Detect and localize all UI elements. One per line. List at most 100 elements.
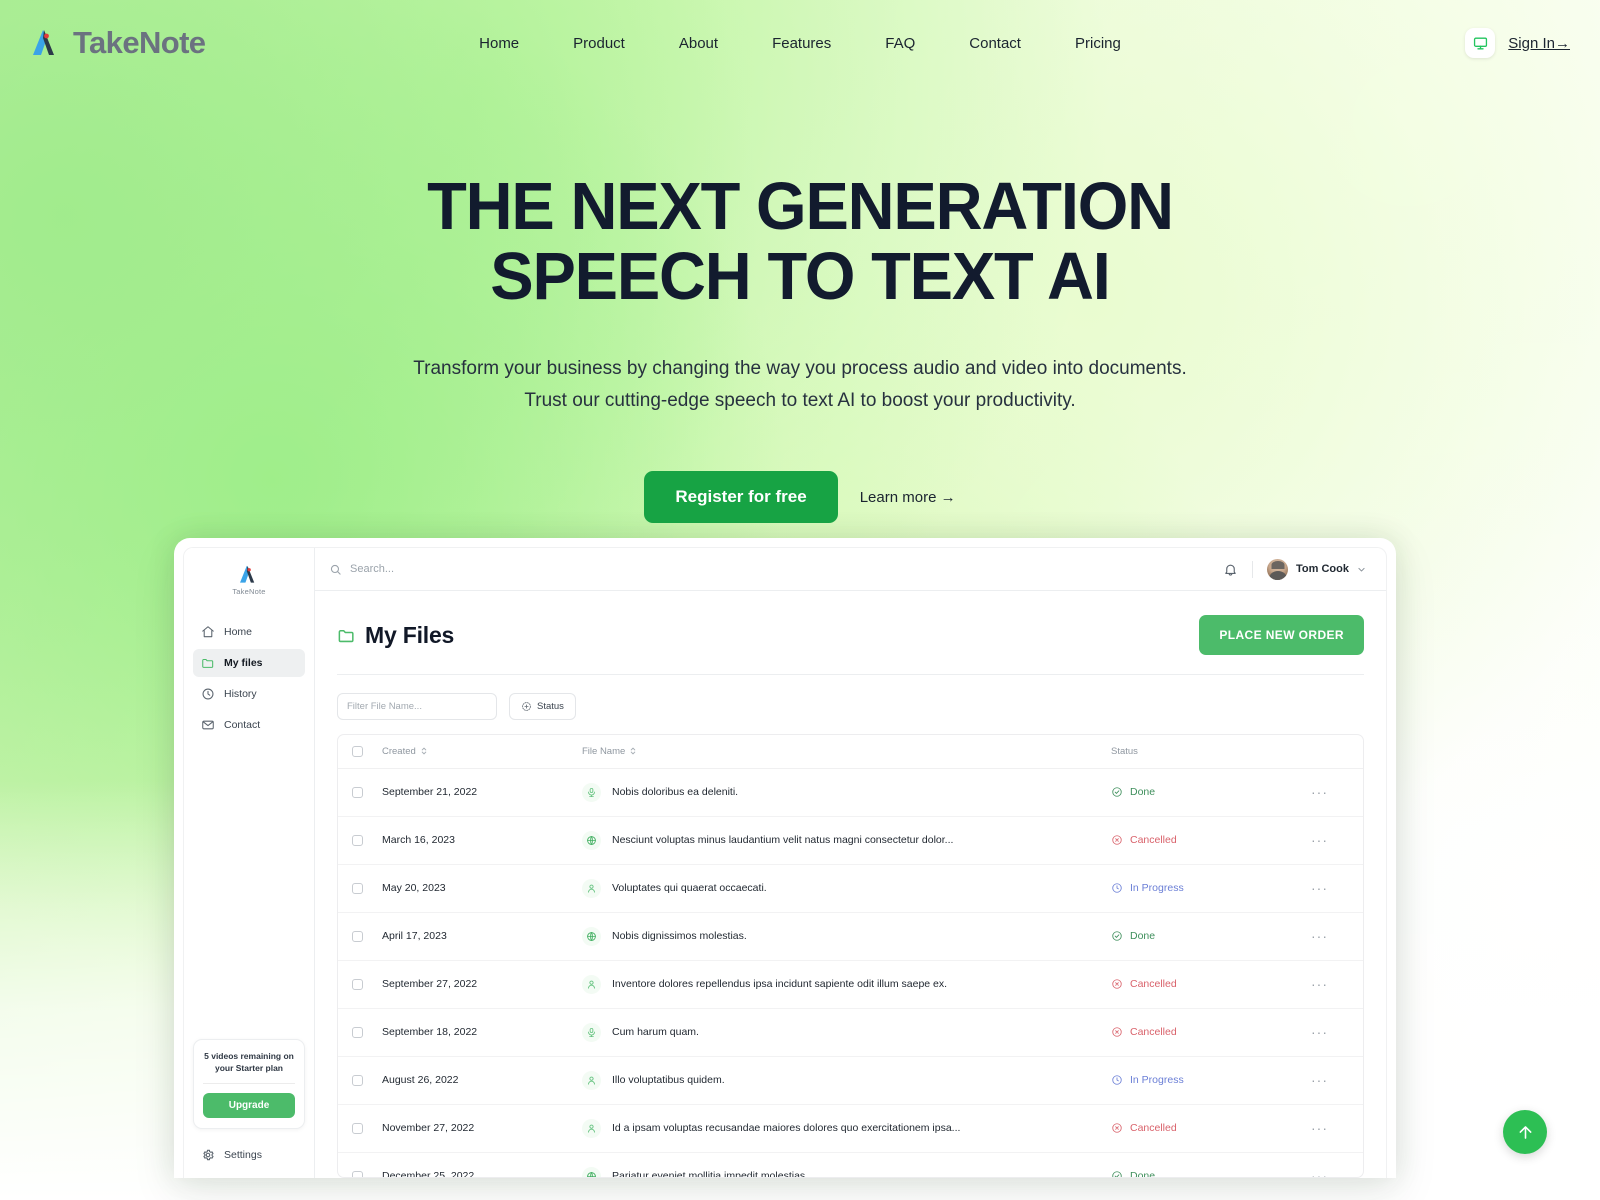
cell-status: Done (1111, 768, 1311, 817)
cell-actions: ··· (1311, 864, 1363, 913)
table-row[interactable]: November 27, 2022 Id a ipsam voluptas rec… (338, 1104, 1363, 1153)
status-badge: Cancelled (1130, 978, 1177, 991)
row-checkbox[interactable] (352, 834, 363, 846)
status-badge: Cancelled (1130, 834, 1177, 847)
top-navbar: TakeNote Home Product About Features FAQ… (0, 0, 1600, 86)
row-menu-button[interactable]: ··· (1311, 928, 1328, 944)
cell-status: Cancelled (1111, 1008, 1311, 1057)
sort-created-button[interactable]: Created (382, 746, 428, 757)
cell-status: Cancelled (1111, 960, 1311, 1009)
plus-circle-icon (522, 702, 531, 711)
row-checkbox[interactable] (352, 1170, 363, 1177)
hero-section: THE NEXT GENERATION SPEECH TO TEXT AI Tr… (0, 86, 1600, 524)
sidebar-item-contact[interactable]: Contact (193, 711, 305, 739)
table-row[interactable]: April 17, 2023 Nobis dignissimos molestia… (338, 912, 1363, 961)
table-row[interactable]: September 18, 2022 Cum harum quam. Cancell… (338, 1008, 1363, 1057)
sort-icon (631, 748, 636, 755)
row-menu-button[interactable]: ··· (1311, 1072, 1328, 1088)
home-icon (202, 626, 214, 638)
brand-name: TakeNote (73, 25, 206, 60)
cell-created: September 27, 2022 (382, 960, 582, 1009)
nav-link-about[interactable]: About (652, 29, 745, 58)
sidebar-item-home[interactable]: Home (193, 618, 305, 646)
cell-created: April 17, 2023 (382, 912, 582, 961)
sign-in-link[interactable]: Sign In→ (1508, 35, 1570, 52)
register-for-free-button[interactable]: Register for free (644, 471, 838, 524)
row-checkbox[interactable] (352, 1026, 363, 1038)
cell-file-name: Nobis dignissimos molestias. (582, 912, 1111, 961)
hero-title-line-2: SPEECH TO TEXT AI (490, 238, 1111, 314)
upgrade-button[interactable]: Upgrade (203, 1093, 295, 1118)
globe-icon (582, 926, 601, 946)
app-topbar: Tom Cook (315, 548, 1386, 591)
row-menu-button[interactable]: ··· (1311, 784, 1328, 800)
nav-link-pricing[interactable]: Pricing (1048, 29, 1148, 58)
nav-link-home[interactable]: Home (452, 29, 546, 58)
page-header: My Files PLACE NEW ORDER (315, 591, 1386, 655)
cell-file-name: Nobis doloribus ea deleniti. (582, 768, 1111, 817)
row-select-cell (338, 1104, 382, 1153)
cell-created: May 20, 2023 (382, 864, 582, 913)
sort-file-name-button[interactable]: File Name (582, 746, 637, 757)
nav-link-contact[interactable]: Contact (942, 29, 1048, 58)
cell-actions: ··· (1311, 1104, 1363, 1153)
status-filter-button[interactable]: Status (509, 692, 576, 720)
monitor-icon[interactable] (1465, 28, 1496, 58)
scroll-to-top-button[interactable] (1503, 1110, 1547, 1154)
files-table: Created File Name Status September 21, 2… (338, 734, 1363, 1178)
table-row[interactable]: March 16, 2023 Nesciunt voluptas minus la… (338, 816, 1363, 865)
select-all-checkbox[interactable] (352, 745, 363, 757)
row-menu-button[interactable]: ··· (1311, 1168, 1328, 1177)
nav-link-features[interactable]: Features (745, 29, 858, 58)
row-menu-button[interactable]: ··· (1311, 880, 1328, 896)
row-checkbox[interactable] (352, 1122, 363, 1134)
check-circle-icon (1111, 1170, 1123, 1177)
sidebar-item-history[interactable]: History (193, 680, 305, 708)
brand-logo[interactable]: TakeNote (30, 25, 206, 61)
sidebar-item-label: Contact (224, 719, 261, 731)
table-row[interactable]: September 21, 2022 Nobis doloribus ea del… (338, 768, 1363, 817)
status-badge: Done (1130, 1170, 1156, 1178)
row-checkbox[interactable] (352, 1074, 363, 1086)
user-menu[interactable]: Tom Cook (1267, 558, 1366, 580)
row-checkbox[interactable] (352, 930, 363, 942)
person-icon (582, 878, 601, 898)
column-created: Created (382, 734, 582, 769)
table-row[interactable]: August 26, 2022 Illo voluptatibus quidem.… (338, 1056, 1363, 1105)
row-menu-button[interactable]: ··· (1311, 832, 1328, 848)
row-menu-button[interactable]: ··· (1311, 976, 1328, 992)
nav-link-faq[interactable]: FAQ (858, 29, 942, 58)
cell-created: December 25, 2022 (382, 1152, 582, 1177)
table-header: Created File Name Status (338, 734, 1363, 769)
sidebar-logo[interactable]: TakeNote (193, 564, 305, 596)
row-menu-button[interactable]: ··· (1311, 1024, 1328, 1040)
page-heading: My Files (365, 621, 455, 648)
cell-created: March 16, 2023 (382, 816, 582, 865)
cell-created: September 21, 2022 (382, 768, 582, 817)
globe-icon (582, 830, 601, 850)
file-name-label: Voluptates qui quaerat occaecati. (612, 882, 767, 895)
check-circle-icon (1111, 930, 1123, 942)
sidebar-item-settings[interactable]: Settings (193, 1142, 305, 1168)
learn-more-link[interactable]: Learn more → (860, 489, 956, 506)
row-checkbox[interactable] (352, 786, 363, 798)
row-menu-button[interactable]: ··· (1311, 1120, 1328, 1136)
search-icon (330, 564, 341, 575)
table-row[interactable]: September 27, 2022 Inventore dolores repe… (338, 960, 1363, 1009)
place-new-order-button[interactable]: PLACE NEW ORDER (1199, 615, 1364, 655)
bell-icon[interactable] (1223, 562, 1238, 577)
table-row[interactable]: May 20, 2023 Voluptates qui quaerat occae… (338, 864, 1363, 913)
divider (1252, 560, 1254, 578)
sidebar-item-label: Settings (224, 1149, 262, 1161)
sidebar-item-my-files[interactable]: My files (193, 649, 305, 677)
file-name-label: Pariatur eveniet mollitia impedit molest… (612, 1170, 809, 1178)
plan-upgrade-card: 5 videos remaining on your Starter plan … (193, 1039, 305, 1129)
app-sidebar: TakeNote Home My files History Contact 5… (184, 548, 315, 1178)
nav-link-product[interactable]: Product (546, 29, 652, 58)
search-input[interactable] (350, 563, 610, 575)
table-row[interactable]: December 25, 2022 Pariatur eveniet mollit… (338, 1152, 1363, 1178)
row-checkbox[interactable] (352, 882, 363, 894)
row-checkbox[interactable] (352, 978, 363, 990)
filter-file-name-input[interactable] (337, 692, 497, 720)
search-group (329, 563, 1223, 576)
